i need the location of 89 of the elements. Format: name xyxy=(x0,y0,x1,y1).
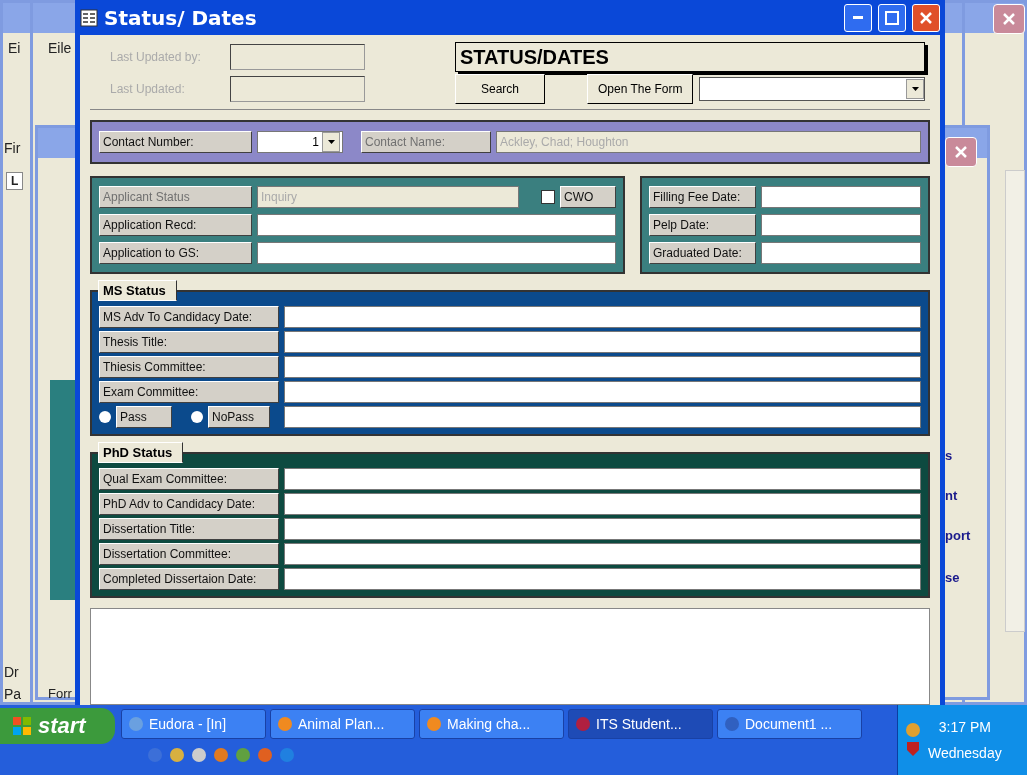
form-title: STATUS/DATES xyxy=(455,42,925,72)
menu-item[interactable]: Ei xyxy=(8,40,21,56)
field-label: Applicant Status xyxy=(99,186,252,208)
window-title: Status/ Dates xyxy=(104,5,258,30)
form-icon xyxy=(80,8,98,27)
field-label: Last Updated: xyxy=(110,82,186,96)
close-icon xyxy=(1002,12,1016,26)
minimize-icon xyxy=(853,16,863,19)
contact-number-dropdown[interactable]: 1 xyxy=(257,131,343,153)
field-label: Pelp Date: xyxy=(649,214,756,236)
field-label: Exam Committee: xyxy=(99,381,279,403)
menu-item[interactable]: Eile xyxy=(48,40,72,56)
input-field[interactable] xyxy=(284,406,921,428)
input-field[interactable] xyxy=(257,214,616,236)
input-field[interactable] xyxy=(230,44,365,70)
date-field[interactable] xyxy=(761,214,921,236)
toolbar-label: Dr xyxy=(4,664,19,680)
field-label: PhD Adv to Candidacy Date: xyxy=(99,493,279,515)
date-field[interactable] xyxy=(761,242,921,264)
start-button[interactable]: start xyxy=(0,708,115,744)
checkbox-label: CWO xyxy=(560,186,616,208)
link-text[interactable]: se xyxy=(945,570,960,585)
field-label: Dissertation Title: xyxy=(99,518,279,540)
maximize-icon xyxy=(885,10,899,25)
dropdown-arrow-icon xyxy=(327,140,335,144)
app-icon xyxy=(277,716,293,732)
taskbar-button[interactable]: Eudora - [In] xyxy=(121,709,266,739)
notes-area[interactable] xyxy=(90,608,930,705)
close-button[interactable] xyxy=(912,3,940,32)
app-icon xyxy=(426,716,442,732)
input-field[interactable] xyxy=(284,381,921,403)
day-label: Wednesday xyxy=(928,745,1002,761)
app-icon xyxy=(128,716,144,732)
tab-label[interactable]: Pa xyxy=(4,686,22,702)
field-label: Dissertation Committee: xyxy=(99,543,279,565)
windows-logo-icon xyxy=(12,716,32,736)
input-field[interactable] xyxy=(284,356,921,378)
checkbox[interactable] xyxy=(541,190,555,204)
form-dropdown[interactable] xyxy=(699,77,925,101)
section-title: PhD Status xyxy=(98,442,184,463)
input-field[interactable] xyxy=(284,518,921,540)
field-label: Application to GS: xyxy=(99,242,252,264)
link-text[interactable]: port xyxy=(945,528,971,543)
radio-label: Pass xyxy=(116,406,172,428)
input-field[interactable] xyxy=(284,331,921,353)
dropdown-arrow-icon xyxy=(911,87,919,91)
input-field[interactable] xyxy=(284,568,921,590)
radio-button[interactable] xyxy=(191,411,203,423)
field-label: Contact Number: xyxy=(99,131,252,153)
search-button[interactable]: Search xyxy=(455,74,545,104)
input-field[interactable] xyxy=(284,306,921,328)
field-label: Application Recd: xyxy=(99,214,252,236)
open-form-button[interactable]: Open The Form xyxy=(587,74,694,104)
field-label: Thesis Title: xyxy=(99,331,279,353)
taskbar-button[interactable]: Animal Plan... xyxy=(270,709,415,739)
date-field[interactable] xyxy=(761,186,921,208)
input-field[interactable] xyxy=(284,468,921,490)
quick-launch-icon[interactable] xyxy=(169,747,185,763)
link-text[interactable]: nt xyxy=(945,488,958,503)
input-field[interactable] xyxy=(257,242,616,264)
radio-label: NoPass xyxy=(208,406,270,428)
field-label: Qual Exam Committee: xyxy=(99,468,279,490)
toolbar-label: Fir xyxy=(4,140,21,156)
app-icon xyxy=(575,716,591,732)
close-icon xyxy=(954,145,968,159)
tab-label[interactable]: Forr xyxy=(48,686,72,701)
link-text[interactable]: s xyxy=(945,448,953,463)
clock: 3:17 PM xyxy=(938,719,991,735)
input-field[interactable] xyxy=(284,543,921,565)
ruler-button[interactable]: L xyxy=(6,172,24,190)
input-field[interactable] xyxy=(284,493,921,515)
taskbar-button[interactable]: Document1 ... xyxy=(717,709,862,739)
radio-button[interactable] xyxy=(99,411,111,423)
field-label: Last Updated by: xyxy=(110,50,202,64)
section-title: MS Status xyxy=(98,280,177,301)
maximize-button[interactable] xyxy=(878,3,906,32)
taskbar-button[interactable]: ITS Student... xyxy=(568,709,713,739)
minimize-button[interactable] xyxy=(844,3,872,32)
field-label: MS Adv To Candidacy Date: xyxy=(99,306,279,328)
input-field[interactable] xyxy=(230,76,365,102)
app-icon xyxy=(724,716,740,732)
field-label: Contact Name: xyxy=(361,131,491,153)
close-icon xyxy=(919,10,933,25)
field-label: Completed Dissertaion Date: xyxy=(99,568,279,590)
taskbar-button[interactable]: Making cha... xyxy=(419,709,564,739)
field-label: Thiesis Committee: xyxy=(99,356,279,378)
field-label: Graduated Date: xyxy=(649,242,756,264)
quick-launch-icon[interactable] xyxy=(191,747,207,763)
field-label: Filling Fee Date: xyxy=(649,186,756,208)
